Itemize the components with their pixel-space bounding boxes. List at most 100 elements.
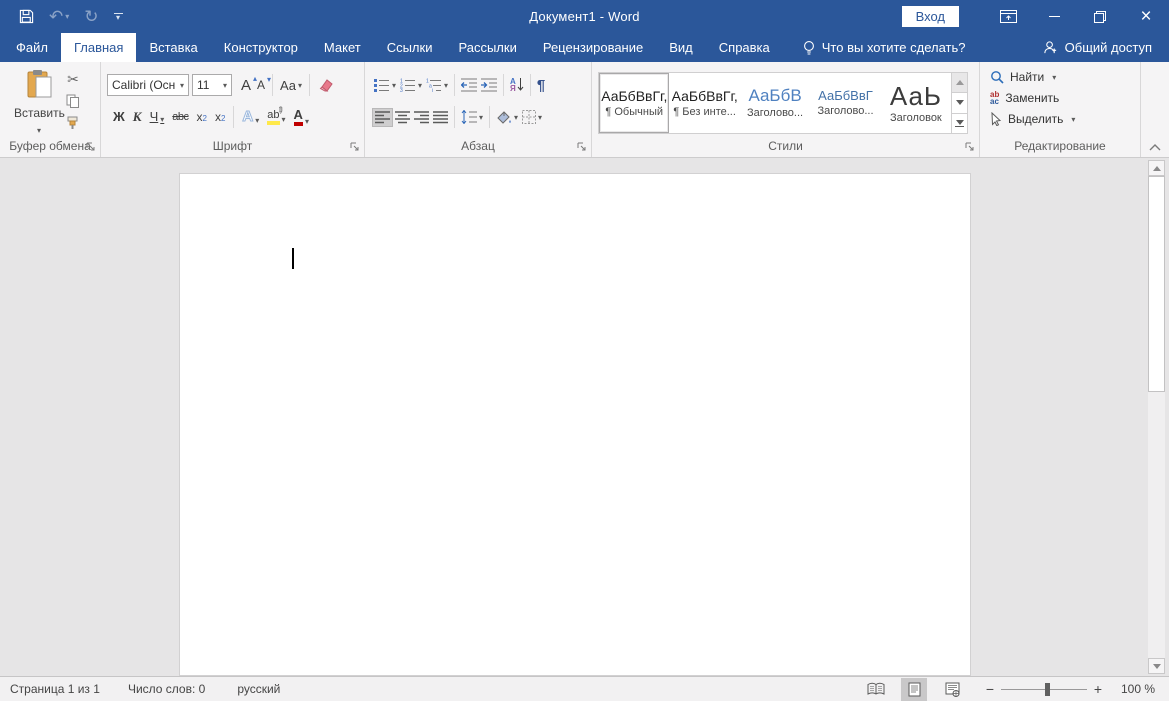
copy-icon[interactable]	[66, 94, 80, 108]
zoom-slider-thumb[interactable]	[1045, 683, 1050, 696]
font-name-combo[interactable]: Calibri (Осн▾	[107, 74, 189, 96]
tell-me-box[interactable]: Что вы хотите сделать?	[803, 33, 966, 62]
replace-icon: abac	[990, 91, 999, 105]
scrollbar-up-button[interactable]	[1148, 160, 1165, 176]
ribbon-tab-row: Файл Главная Вставка Конструктор Макет С…	[0, 33, 1169, 62]
clear-formatting-button[interactable]	[314, 76, 336, 95]
line-spacing-button[interactable]	[459, 108, 485, 126]
align-right-button[interactable]	[412, 109, 431, 126]
tab-design[interactable]: Конструктор	[211, 33, 311, 62]
ribbon-display-options-button[interactable]	[985, 0, 1031, 33]
tab-mailings[interactable]: Рассылки	[445, 33, 529, 62]
bold-button[interactable]: Ж	[109, 108, 129, 126]
tab-view[interactable]: Вид	[656, 33, 706, 62]
font-dialog-launcher-icon[interactable]	[350, 142, 360, 152]
web-layout-button[interactable]	[939, 678, 965, 701]
highlight-icon: ab✎	[267, 109, 279, 125]
style-normal[interactable]: АаБбВвГг, ¶ Обычный	[599, 73, 669, 133]
vertical-scrollbar[interactable]	[1148, 160, 1165, 674]
font-name-dropdown-icon[interactable]: ▾	[177, 81, 184, 90]
collapse-ribbon-icon[interactable]	[1149, 144, 1161, 151]
change-case-button[interactable]: Aa	[277, 76, 305, 95]
customize-qat-button[interactable]: ▾	[114, 13, 123, 21]
tab-file[interactable]: Файл	[3, 33, 61, 62]
styles-dialog-launcher-icon[interactable]	[965, 142, 975, 152]
format-painter-icon[interactable]	[66, 116, 80, 130]
window-title: Документ1 - Word	[529, 9, 639, 24]
restore-button[interactable]	[1077, 0, 1123, 33]
grow-font-button[interactable]: A▴	[238, 76, 254, 95]
font-size-combo[interactable]: 11▾	[192, 74, 232, 96]
replace-button[interactable]: abac Заменить	[990, 91, 1075, 105]
minimize-button[interactable]	[1031, 0, 1077, 33]
sign-in-button[interactable]: Вход	[902, 6, 959, 27]
style-heading2[interactable]: АаБбВвГ Заголово...	[810, 73, 880, 133]
shrink-font-button[interactable]: A▾	[254, 77, 268, 93]
language-status[interactable]: русский	[237, 682, 280, 696]
style-title[interactable]: АаЬ Заголовок	[881, 73, 951, 133]
scrollbar-down-button[interactable]	[1148, 658, 1165, 674]
redo-button[interactable]: ↻	[84, 8, 98, 25]
style-no-spacing[interactable]: АаБбВвГг, ¶ Без инте...	[669, 73, 739, 133]
increase-indent-button[interactable]	[479, 76, 499, 94]
borders-button[interactable]	[520, 108, 544, 126]
tab-home[interactable]: Главная	[61, 33, 136, 62]
read-mode-button[interactable]	[863, 678, 889, 701]
tab-review[interactable]: Рецензирование	[530, 33, 656, 62]
zoom-slider[interactable]	[1001, 683, 1087, 696]
font-size-dropdown-icon[interactable]: ▾	[220, 81, 227, 90]
styles-scroll-up-button[interactable]	[952, 73, 967, 93]
styles-scroll-down-button[interactable]	[952, 93, 967, 113]
zoom-out-button[interactable]: −	[979, 681, 1001, 697]
tab-references[interactable]: Ссылки	[374, 33, 446, 62]
font-color-button[interactable]: А	[290, 106, 313, 128]
scrollbar-thumb[interactable]	[1148, 176, 1165, 392]
tab-insert[interactable]: Вставка	[136, 33, 210, 62]
multilevel-list-button[interactable]: 1ai	[424, 76, 450, 94]
align-center-button[interactable]	[393, 109, 412, 126]
share-button[interactable]: Общий доступ	[1043, 33, 1169, 62]
tab-help[interactable]: Справка	[706, 33, 783, 62]
show-paragraph-marks-button[interactable]: ¶	[535, 75, 547, 96]
word-count-status[interactable]: Число слов: 0	[128, 682, 205, 696]
save-icon[interactable]	[19, 9, 34, 24]
decrease-indent-icon	[461, 78, 477, 92]
find-button[interactable]: Найти	[990, 70, 1075, 84]
web-layout-icon	[945, 682, 960, 697]
styles-more-button[interactable]	[952, 114, 967, 133]
superscript-button[interactable]: x2	[211, 109, 229, 126]
zoom-level[interactable]: 100 %	[1109, 682, 1155, 696]
clipboard-dialog-launcher-icon[interactable]	[86, 142, 96, 152]
close-button[interactable]: ×	[1123, 0, 1169, 33]
undo-button[interactable]: ↶ ▾	[49, 8, 69, 25]
page-count-status[interactable]: Страница 1 из 1	[10, 682, 100, 696]
style-heading1[interactable]: АаБбВ Заголово...	[740, 73, 810, 133]
cut-icon[interactable]: ✂	[67, 72, 79, 86]
paste-clipboard-icon	[26, 69, 53, 99]
underline-button[interactable]: Ч	[146, 108, 169, 126]
text-effects-button[interactable]: А	[238, 107, 263, 128]
italic-button[interactable]: К	[129, 108, 146, 126]
group-paragraph: 123 1ai АЯ ¶	[365, 62, 592, 157]
select-button[interactable]: Выделить	[990, 112, 1075, 126]
paragraph-dialog-launcher-icon[interactable]	[577, 142, 587, 152]
undo-dropdown-icon[interactable]: ▾	[65, 12, 69, 21]
sort-button[interactable]: АЯ	[508, 76, 526, 94]
print-layout-button[interactable]	[901, 678, 927, 701]
highlight-button[interactable]: ab✎	[263, 107, 289, 127]
strikethrough-button[interactable]: abc	[168, 109, 192, 125]
zoom-in-button[interactable]: +	[1087, 681, 1109, 697]
document-page[interactable]	[179, 173, 971, 676]
shading-button[interactable]	[494, 108, 520, 126]
bullets-button[interactable]	[372, 76, 398, 94]
paste-dropdown-icon[interactable]	[14, 120, 64, 138]
svg-text:i: i	[432, 88, 433, 92]
decrease-indent-button[interactable]	[459, 76, 479, 94]
subscript-button[interactable]: x2	[193, 109, 211, 126]
tab-layout[interactable]: Макет	[311, 33, 374, 62]
align-left-button[interactable]	[372, 108, 393, 127]
justify-button[interactable]	[431, 109, 450, 126]
line-spacing-icon	[461, 110, 477, 124]
paste-button[interactable]: Вставить	[14, 69, 64, 138]
numbering-button[interactable]: 123	[398, 76, 424, 94]
